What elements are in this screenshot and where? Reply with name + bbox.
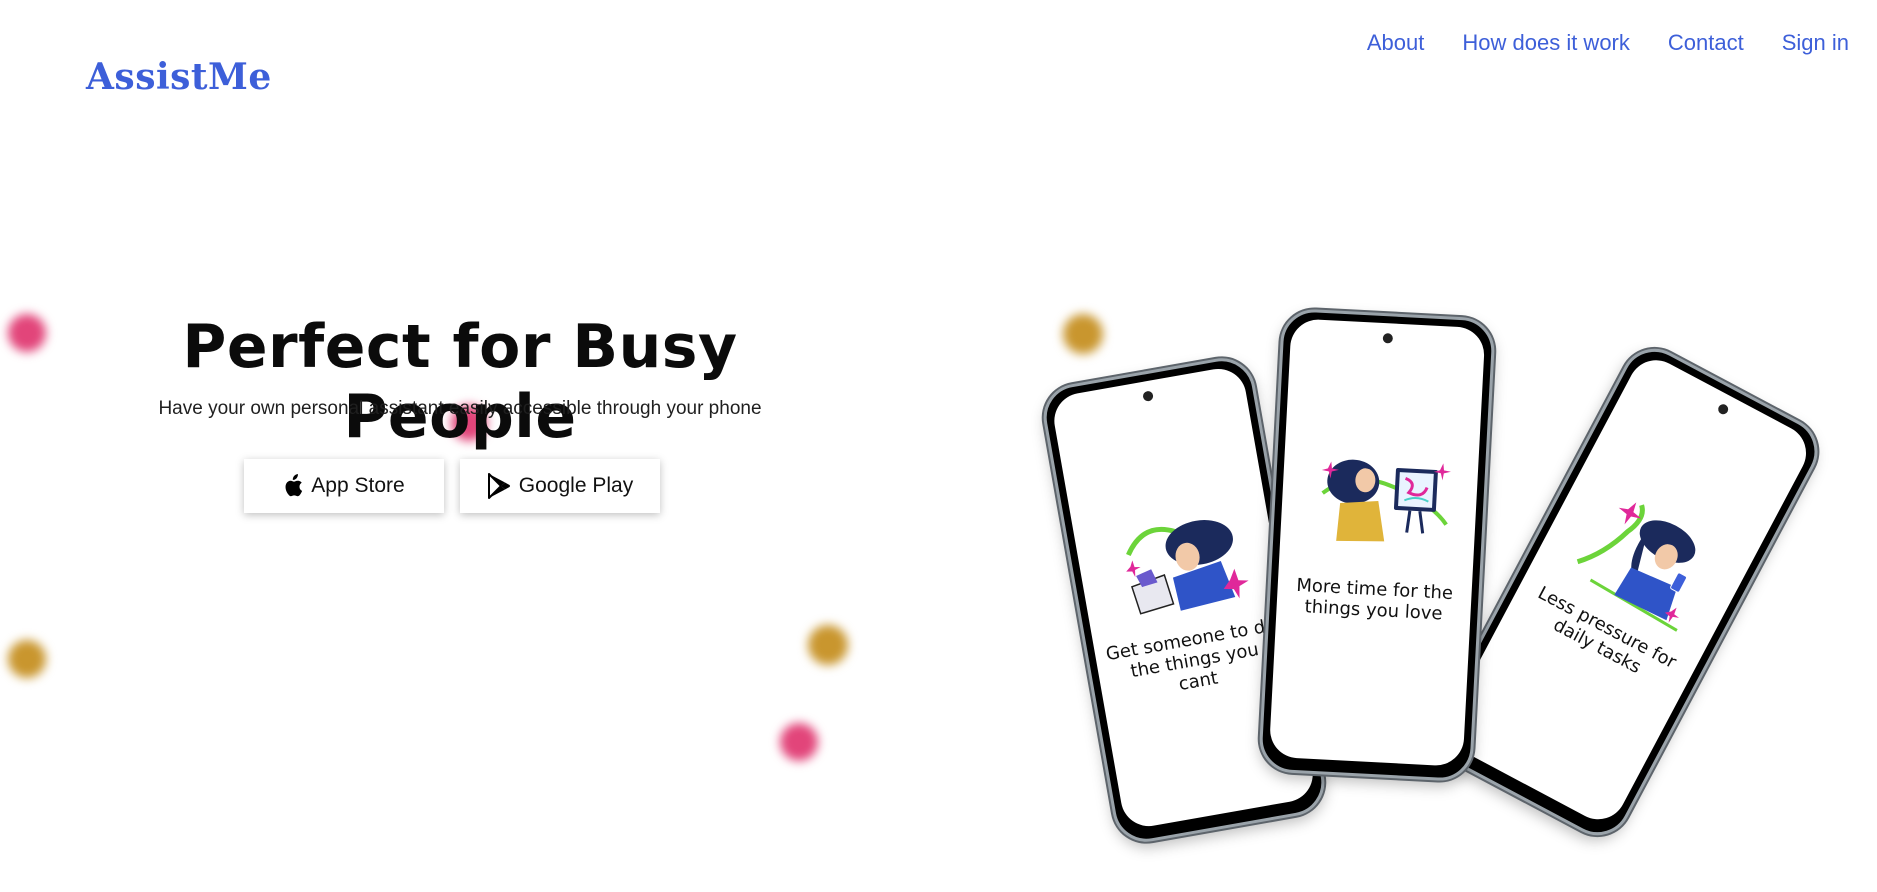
woman-painting-illustration <box>1321 459 1451 542</box>
woman-with-laptop-illustration <box>1126 520 1249 615</box>
camera-icon <box>1716 402 1730 416</box>
google-play-icon <box>487 473 511 499</box>
google-play-button[interactable]: Google Play <box>460 459 660 513</box>
app-store-label: App Store <box>311 474 405 497</box>
phone-screen: Less pressure for daily tasks <box>1438 350 1816 830</box>
decorative-dot <box>8 314 46 352</box>
decorative-dot <box>808 625 848 665</box>
nav-link-sign-in[interactable]: Sign in <box>1782 30 1849 56</box>
camera-icon <box>1382 333 1394 344</box>
apple-icon <box>283 474 303 498</box>
nav-link-about[interactable]: About <box>1367 30 1425 56</box>
decorative-dot <box>8 640 46 678</box>
phone-caption: More time for the things you love <box>1295 574 1454 625</box>
hero-title: Perfect for Busy People <box>182 312 738 452</box>
landing-page: AssistMe About How does it work Contact … <box>0 0 1877 892</box>
decorative-dot <box>780 723 818 761</box>
main-nav: About How does it work Contact Sign in <box>1367 30 1849 56</box>
camera-icon <box>1142 390 1154 402</box>
app-store-button[interactable]: App Store <box>244 459 444 513</box>
phone-mockup-middle: More time for the things you love <box>1258 307 1496 783</box>
nav-link-how-it-works[interactable]: How does it work <box>1462 30 1630 56</box>
decorative-dot <box>1063 314 1103 354</box>
nav-link-contact[interactable]: Contact <box>1668 30 1744 56</box>
brand-logo[interactable]: AssistMe <box>86 56 272 98</box>
phone-screen: More time for the things you love <box>1268 318 1486 767</box>
phone-caption: Get someone to do the things you cant <box>1104 614 1278 696</box>
google-play-label: Google Play <box>518 474 634 497</box>
hero-subtitle: Have your own personal assistant easily … <box>158 398 762 419</box>
